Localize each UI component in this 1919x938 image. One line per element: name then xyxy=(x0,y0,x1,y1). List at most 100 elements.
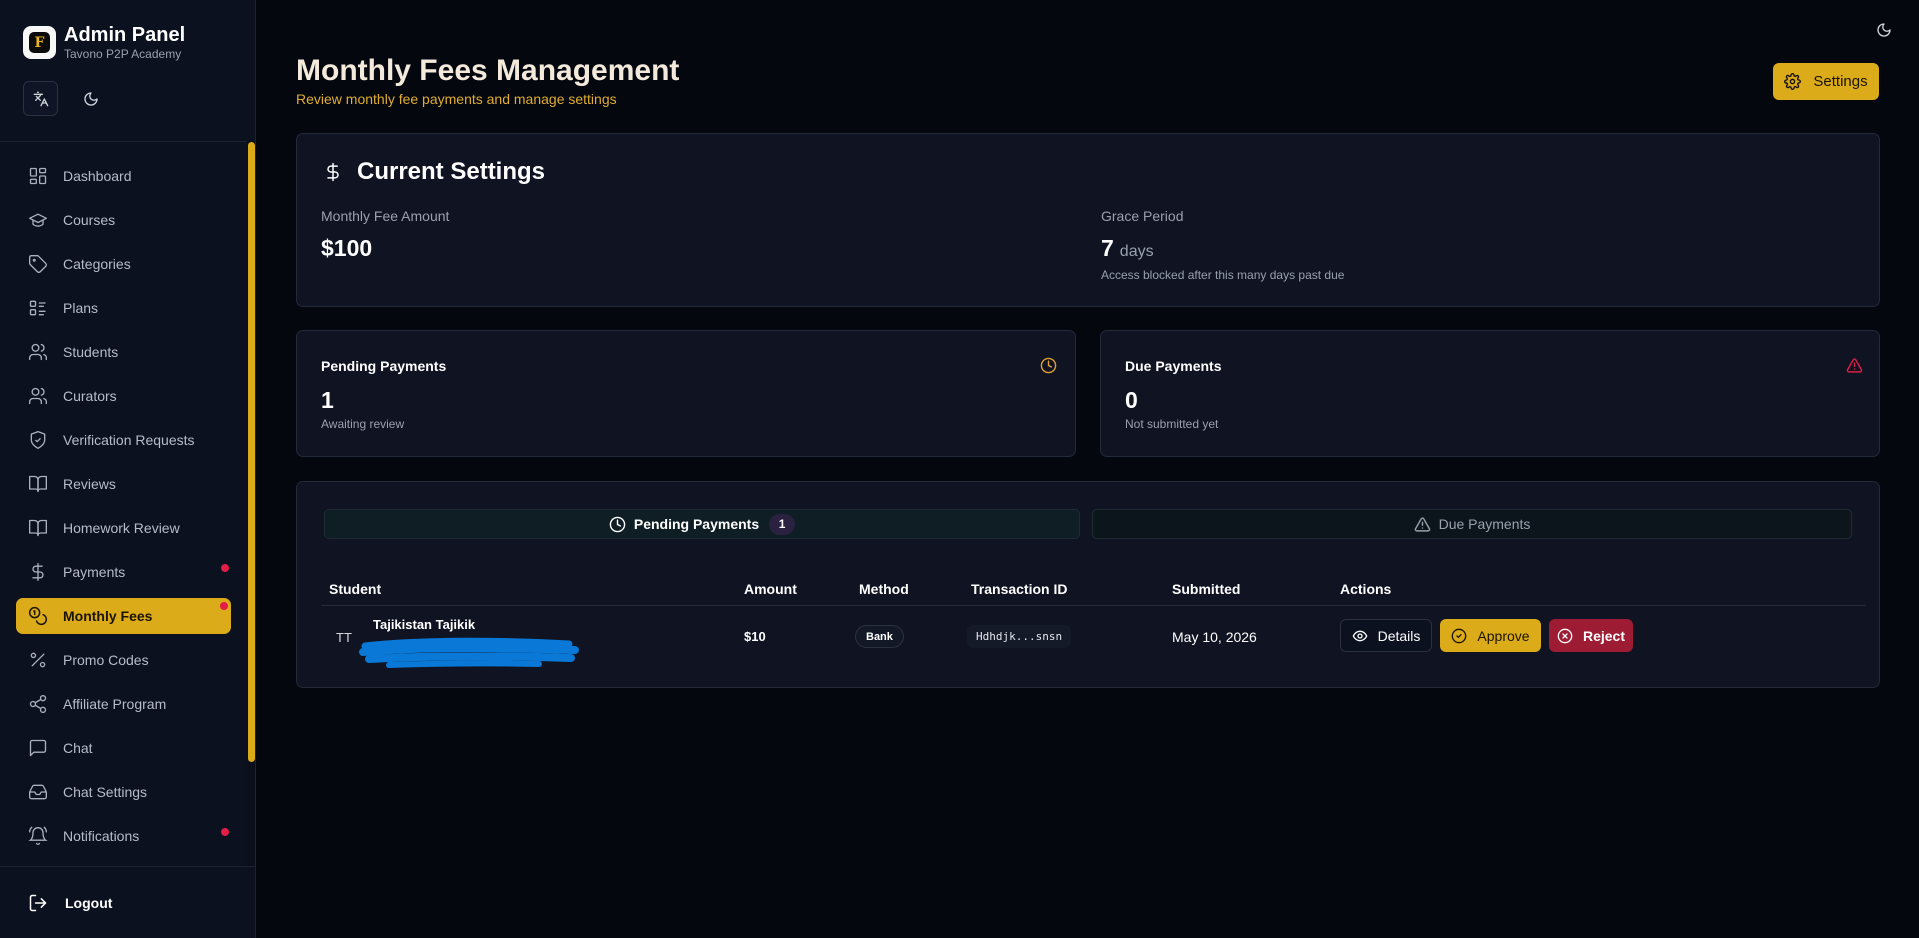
sidebar-item-plans[interactable]: Plans xyxy=(16,290,231,326)
brand[interactable]: F Admin Panel Tavono P2P Academy xyxy=(23,24,185,61)
page-subtitle: Review monthly fee payments and manage s… xyxy=(296,91,617,107)
submitted-date: May 10, 2026 xyxy=(1172,629,1257,645)
student-name: Tajikistan Tajikik xyxy=(373,617,476,632)
transaction-id: Hdhdjk...snsn xyxy=(967,625,1072,648)
tab-pending-payments[interactable]: Pending Payments 1 xyxy=(324,509,1080,539)
dollar-icon xyxy=(32,563,44,581)
eye-icon xyxy=(1352,630,1367,641)
sidebar-item-homework-review[interactable]: Homework Review xyxy=(16,510,231,546)
sidebar-item-promo-codes[interactable]: Promo Codes xyxy=(16,642,231,678)
sidebar-item-chat-settings[interactable]: Chat Settings xyxy=(16,774,231,810)
current-settings-title: Current Settings xyxy=(357,158,546,185)
pending-payments-card: Pending Payments 1 Awaiting review xyxy=(296,330,1076,457)
sidebar-item-dashboard[interactable]: Dashboard xyxy=(16,158,231,194)
notification-dot xyxy=(221,828,229,836)
settings-button[interactable]: Settings xyxy=(1773,63,1879,100)
column-header-transaction-id[interactable]: Transaction ID xyxy=(971,581,1067,597)
sidebar-item-courses[interactable]: Courses xyxy=(16,202,231,238)
details-label: Details xyxy=(1377,627,1421,644)
sidebar-item-label: Chat Settings xyxy=(63,784,148,800)
reject-button[interactable]: Reject xyxy=(1549,619,1633,652)
approve-button[interactable]: Approve xyxy=(1440,619,1541,652)
grace-period-unit: days xyxy=(1119,243,1154,260)
book-open-icon xyxy=(29,475,47,493)
redaction-scribble xyxy=(359,637,579,668)
tag-icon xyxy=(29,255,47,273)
alert-triangle-icon xyxy=(1846,358,1863,373)
sidebar-theme-toggle[interactable] xyxy=(73,81,108,116)
logout-label: Logout xyxy=(65,894,113,911)
payments-table-card: Pending Payments 1 Due Payments Student … xyxy=(296,481,1880,688)
moon-icon xyxy=(1877,23,1891,37)
sidebar-item-payments[interactable]: Payments xyxy=(16,554,231,590)
pending-payments-count: 1 xyxy=(321,387,334,413)
sidebar-item-label: Plans xyxy=(63,300,99,316)
page-title: Monthly Fees Management xyxy=(296,54,680,87)
sidebar-item-reviews[interactable]: Reviews xyxy=(16,466,231,502)
approve-label: Approve xyxy=(1477,627,1530,644)
column-header-submitted[interactable]: Submitted xyxy=(1172,581,1240,597)
brand-subtitle: Tavono P2P Academy xyxy=(64,47,182,61)
logout-button[interactable]: Logout xyxy=(0,866,255,938)
sidebar-item-label: Notifications xyxy=(63,828,140,844)
sidebar-item-label: Affiliate Program xyxy=(63,696,167,712)
users-icon xyxy=(29,343,48,361)
sidebar-item-categories[interactable]: Categories xyxy=(16,246,231,282)
sidebar-item-label: Chat xyxy=(63,740,93,756)
sidebar-item-affiliate-program[interactable]: Affiliate Program xyxy=(16,686,231,722)
grace-period-number: 7 xyxy=(1101,235,1114,261)
sidebar-item-label: Categories xyxy=(63,256,131,272)
theme-toggle-button[interactable] xyxy=(1876,22,1898,44)
language-button[interactable] xyxy=(23,81,58,116)
column-header-amount[interactable]: Amount xyxy=(744,581,797,597)
due-payments-title: Due Payments xyxy=(1125,358,1222,374)
x-circle-icon xyxy=(1557,628,1573,643)
tab-due-payments[interactable]: Due Payments xyxy=(1092,509,1852,539)
inbox-icon xyxy=(29,784,47,800)
monthly-fee-value: $100 xyxy=(321,235,373,261)
due-payments-subtitle: Not submitted yet xyxy=(1125,417,1219,431)
gear-icon xyxy=(1784,73,1802,90)
percent-icon xyxy=(30,652,46,668)
column-header-method[interactable]: Method xyxy=(859,581,909,597)
grace-period-label: Grace Period xyxy=(1101,208,1184,224)
sidebar-item-label: Curators xyxy=(63,388,117,404)
sidebar-divider xyxy=(0,141,255,142)
settings-label: Settings xyxy=(1813,73,1868,90)
column-header-student[interactable]: Student xyxy=(329,581,381,597)
users-icon xyxy=(29,387,48,405)
due-payments-count: 0 xyxy=(1125,387,1138,413)
list-icon xyxy=(29,300,46,316)
sidebar-item-curators[interactable]: Curators xyxy=(16,378,231,414)
notification-dot xyxy=(221,564,229,572)
clock-icon xyxy=(1040,357,1057,374)
sidebar-item-label: Courses xyxy=(63,212,116,228)
details-button[interactable]: Details xyxy=(1340,619,1432,652)
book-open-icon xyxy=(29,519,47,537)
sidebar-item-label: Students xyxy=(63,344,119,360)
sidebar-item-notifications[interactable]: Notifications xyxy=(16,818,231,854)
dollar-icon xyxy=(327,162,339,182)
sidebar-item-verification-requests[interactable]: Verification Requests xyxy=(16,422,231,458)
notification-dot xyxy=(220,602,228,610)
current-settings-card: Current Settings Monthly Fee Amount $100… xyxy=(296,133,1880,307)
shield-check-icon xyxy=(30,431,46,449)
clock-icon xyxy=(609,516,626,532)
table-header-divider xyxy=(321,605,1866,606)
dashboard-icon xyxy=(29,167,47,185)
sidebar-item-students[interactable]: Students xyxy=(16,334,231,370)
pending-count-badge: 1 xyxy=(769,513,796,535)
share-icon xyxy=(29,695,47,713)
sidebar-item-chat[interactable]: Chat xyxy=(16,730,231,766)
sidebar-item-monthly-fees[interactable]: Monthly Fees xyxy=(16,598,231,634)
sidebar-scrollbar[interactable] xyxy=(248,142,255,762)
moon-icon xyxy=(83,91,98,106)
grace-period-value: 7 days xyxy=(1101,235,1154,262)
tab-pending-label: Pending Payments xyxy=(633,516,760,532)
reject-label: Reject xyxy=(1582,627,1626,644)
pending-payments-subtitle: Awaiting review xyxy=(321,417,405,431)
due-payments-card: Due Payments 0 Not submitted yet xyxy=(1100,330,1880,457)
sidebar-item-label: Monthly Fees xyxy=(63,608,153,624)
monthly-fee-label: Monthly Fee Amount xyxy=(321,208,450,224)
sidebar: F Admin Panel Tavono P2P Academy Dashboa… xyxy=(0,0,256,938)
